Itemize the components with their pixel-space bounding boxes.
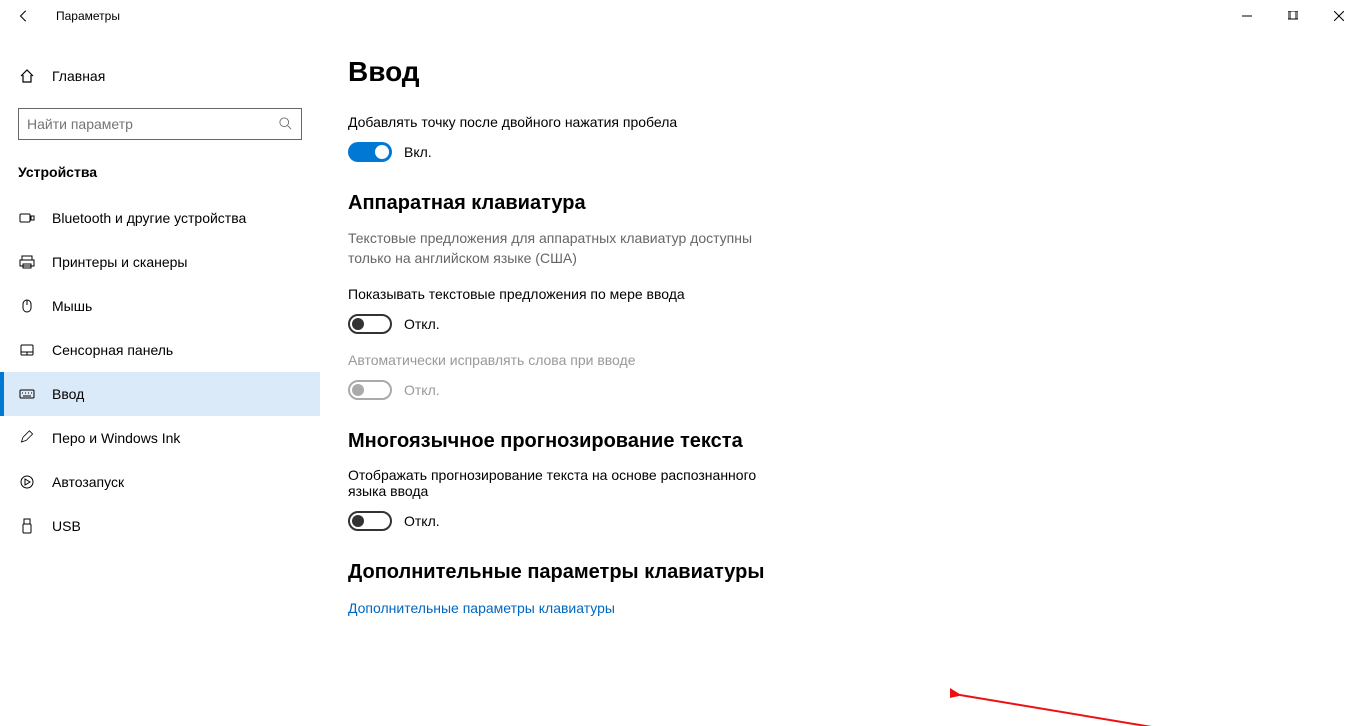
mouse-icon [18, 297, 36, 315]
double-tap-label: Добавлять точку после двойного нажатия п… [348, 114, 788, 130]
advanced-keyboard-link[interactable]: Дополнительные параметры клавиатуры [348, 600, 615, 616]
hardware-keyboard-desc: Текстовые предложения для аппаратных кла… [348, 229, 788, 268]
bluetooth-icon [18, 209, 36, 227]
touchpad-icon [18, 341, 36, 359]
multilingual-toggle[interactable] [348, 511, 392, 531]
sidebar-item-pen[interactable]: Перо и Windows Ink [0, 416, 320, 460]
keyboard-icon [18, 385, 36, 403]
sidebar: Главная Устройства Bluetooth и другие ус… [0, 32, 320, 726]
sidebar-item-bluetooth[interactable]: Bluetooth и другие устройства [0, 196, 320, 240]
hw-autocorrect-toggle [348, 380, 392, 400]
minimize-button[interactable] [1224, 0, 1270, 32]
search-input[interactable] [27, 116, 279, 132]
toggle-state: Откл. [404, 513, 440, 529]
sidebar-item-label: Принтеры и сканеры [52, 254, 187, 270]
close-icon [1334, 11, 1344, 21]
maximize-button[interactable] [1270, 0, 1316, 32]
window-title: Параметры [56, 9, 120, 23]
annotation-arrow [950, 685, 1210, 726]
sidebar-home-label: Главная [52, 68, 105, 84]
maximize-icon [1288, 11, 1298, 21]
titlebar: Параметры [0, 0, 1362, 32]
search-icon [279, 117, 293, 131]
autoplay-icon [18, 473, 36, 491]
toggle-state: Вкл. [404, 144, 432, 160]
printer-icon [18, 253, 36, 271]
sidebar-item-printers[interactable]: Принтеры и сканеры [0, 240, 320, 284]
sidebar-item-label: Сенсорная панель [52, 342, 173, 358]
toggle-state: Откл. [404, 382, 440, 398]
sidebar-item-label: Автозапуск [52, 474, 124, 490]
sidebar-item-label: USB [52, 518, 81, 534]
hw-suggestions-toggle[interactable] [348, 314, 392, 334]
multilingual-desc: Отображать прогнозирование текста на осн… [348, 467, 788, 499]
hw-suggestions-label: Показывать текстовые предложения по мере… [348, 286, 788, 302]
sidebar-item-label: Bluetooth и другие устройства [52, 210, 246, 226]
sidebar-item-autoplay[interactable]: Автозапуск [0, 460, 320, 504]
sidebar-home[interactable]: Главная [0, 56, 320, 96]
sidebar-item-mouse[interactable]: Мышь [0, 284, 320, 328]
advanced-keyboard-heading: Дополнительные параметры клавиатуры [348, 561, 1362, 584]
pen-icon [18, 429, 36, 447]
home-icon [18, 67, 36, 85]
sidebar-item-label: Ввод [52, 386, 84, 402]
page-title: Ввод [348, 56, 1362, 88]
toggle-state: Откл. [404, 316, 440, 332]
sidebar-item-touchpad[interactable]: Сенсорная панель [0, 328, 320, 372]
minimize-icon [1242, 11, 1252, 21]
close-button[interactable] [1316, 0, 1362, 32]
hw-autocorrect-label: Автоматически исправлять слова при вводе [348, 352, 788, 368]
main-content: Ввод Добавлять точку после двойного нажа… [320, 32, 1362, 726]
sidebar-item-label: Мышь [52, 298, 92, 314]
double-tap-toggle[interactable] [348, 142, 392, 162]
back-button[interactable] [8, 0, 40, 32]
multilingual-heading: Многоязычное прогнозирование текста [348, 430, 1362, 453]
arrow-left-icon [17, 9, 31, 23]
sidebar-item-typing[interactable]: Ввод [0, 372, 320, 416]
sidebar-category: Устройства [0, 156, 320, 196]
search-box[interactable] [18, 108, 302, 140]
hardware-keyboard-heading: Аппаратная клавиатура [348, 192, 1362, 215]
usb-icon [18, 517, 36, 535]
sidebar-item-label: Перо и Windows Ink [52, 430, 180, 446]
sidebar-item-usb[interactable]: USB [0, 504, 320, 548]
